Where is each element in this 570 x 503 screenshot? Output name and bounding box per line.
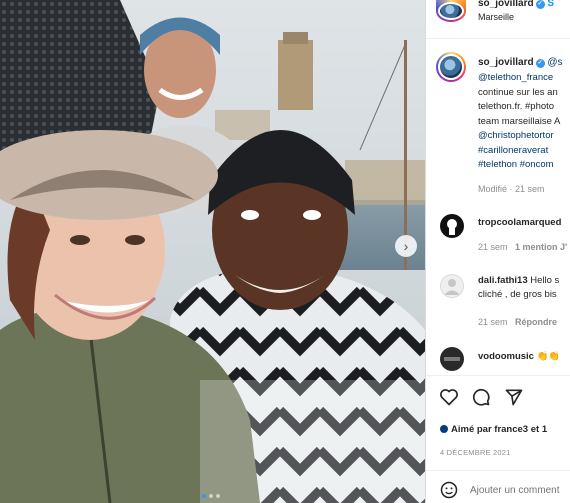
caption-line[interactable]: #carilloneraverat [478, 144, 570, 159]
carousel-dot-1 [202, 494, 206, 498]
selfie-photo [0, 0, 425, 503]
comment-1-meta: 21 sem 1 mention J' [478, 242, 568, 252]
carousel-dot-2 [209, 494, 213, 498]
comment-username[interactable]: dali.fathi13 [478, 275, 528, 286]
header-divider [426, 38, 570, 39]
add-comment-input[interactable] [470, 481, 570, 499]
actions-divider [426, 375, 570, 376]
commenter-avatar[interactable] [440, 214, 464, 238]
commenter-avatar[interactable] [440, 347, 464, 371]
verified-badge-icon: ✓ [535, 0, 545, 9]
caption-line[interactable]: @telethon_france [478, 71, 570, 86]
comment-text: cliché , de gros bis [478, 289, 557, 300]
verified-badge-icon: ✓ [535, 59, 545, 68]
comment-2: dali.fathi13 Hello s cliché , de gros bi… [478, 274, 559, 302]
post-author-username[interactable]: so_jovillard ✓ S [478, 0, 554, 9]
comment-2-meta: 21 sem Répondre [478, 317, 558, 327]
caption-line: continue sur les an [478, 86, 558, 98]
carousel-dot-3 [216, 494, 220, 498]
author-avatar[interactable] [436, 0, 466, 22]
caption-author-avatar[interactable] [436, 52, 466, 82]
commenter-avatar[interactable] [440, 274, 464, 298]
next-slide-button[interactable]: › [395, 235, 417, 257]
caption-line[interactable]: #telethon #oncom [478, 158, 570, 173]
caption-line: team marseillaise A [478, 115, 561, 127]
comment-3: vodoomusic 👏👏 [478, 350, 560, 364]
caption-line: telethon.fr. #photo [478, 101, 555, 112]
comment-text: Hello s [530, 275, 560, 286]
comment-username[interactable]: tropcoolamarqued [478, 217, 561, 228]
caption-line[interactable]: @christophetortor [478, 129, 570, 144]
comment-1: tropcoolamarqued [478, 216, 561, 230]
post-photo[interactable]: › [0, 0, 425, 503]
comment-likes[interactable]: 1 mention J' [515, 242, 567, 252]
comment-bubble-icon[interactable] [471, 387, 491, 407]
likes-summary[interactable]: Aimé par france3 et 1 [440, 424, 570, 435]
comment-username[interactable]: vodoomusic [478, 351, 534, 362]
comment-box-divider [426, 470, 570, 471]
post-location[interactable]: Marseille [478, 12, 514, 22]
heart-icon[interactable] [439, 387, 459, 407]
caption-meta: Modifié · 21 sem [478, 184, 545, 194]
smiley-icon[interactable] [439, 480, 459, 500]
post-date[interactable]: 4 DÉCEMBRE 2021 [440, 448, 511, 457]
like-avatars-icon [440, 425, 448, 433]
comment-text: 👏👏 [536, 351, 561, 362]
post-side-panel: so_jovillard ✓ S Marseille so_jovillard ✓ … [425, 0, 570, 503]
caption-username[interactable]: so_jovillard ✓ @s [478, 57, 563, 68]
paper-plane-icon[interactable] [504, 387, 524, 407]
caption-text: @telethon_france continue sur les an tel… [478, 71, 570, 173]
reply-button[interactable]: Répondre [515, 317, 557, 327]
